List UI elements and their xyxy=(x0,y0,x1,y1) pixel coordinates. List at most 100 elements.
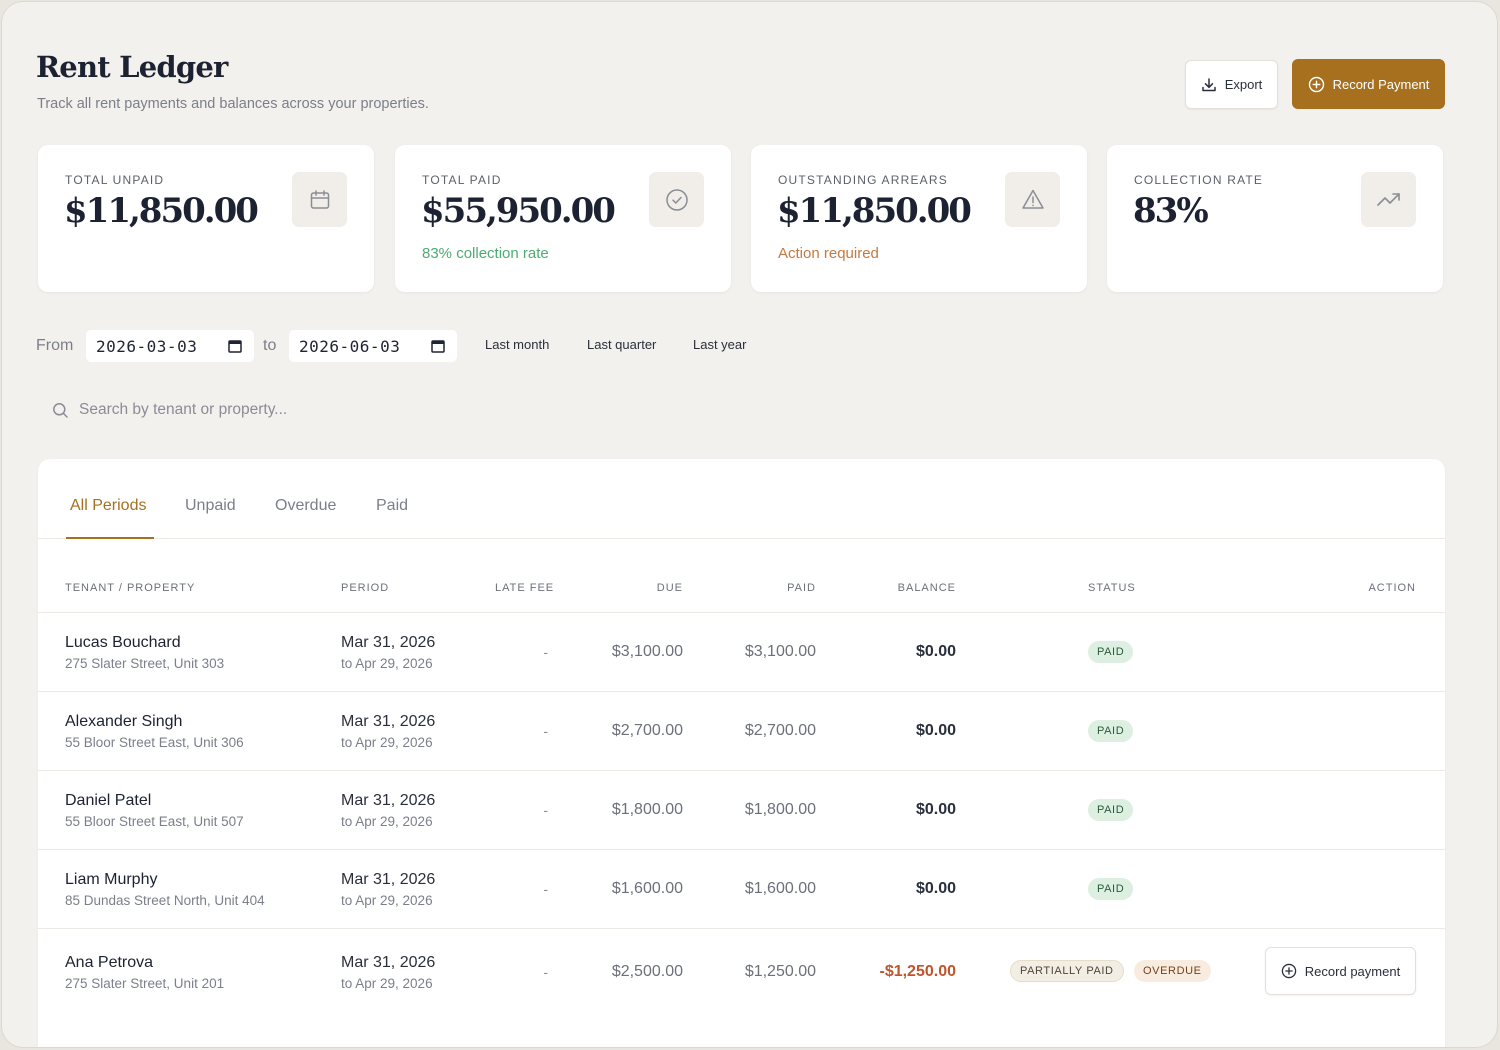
period-end: to Apr 29, 2026 xyxy=(341,976,433,991)
column-header-period: PERIOD xyxy=(341,582,390,594)
balance-amount: $0.00 xyxy=(915,643,956,660)
tenant-name: Liam Murphy xyxy=(65,871,158,888)
calendar-picker-icon[interactable] xyxy=(228,339,242,353)
tenant-property: 85 Dundas Street North, Unit 404 xyxy=(65,893,265,908)
paid-amount: $3,100.00 xyxy=(744,643,816,660)
stat-label: OUTSTANDING ARREARS xyxy=(778,173,948,187)
quick-filter-last-year[interactable]: Last year xyxy=(693,337,746,352)
stat-label: COLLECTION RATE xyxy=(1134,173,1264,187)
paid-amount: $1,600.00 xyxy=(744,880,816,897)
download-icon xyxy=(1201,77,1217,93)
column-header-balance: BALANCE xyxy=(897,582,956,594)
balance-amount: $0.00 xyxy=(915,801,956,818)
export-label: Export xyxy=(1224,77,1263,92)
period-start: Mar 31, 2026 xyxy=(341,792,436,809)
warning-icon xyxy=(1005,172,1060,227)
period-end: to Apr 29, 2026 xyxy=(341,893,433,908)
stat-card-total-paid: TOTAL PAID $55,950.00 83% collection rat… xyxy=(395,145,731,292)
status-badge-paid: PAID xyxy=(1088,641,1134,663)
status-badge-paid: PAID xyxy=(1088,799,1134,821)
stat-card-total-unpaid: TOTAL UNPAID $11,850.00 xyxy=(38,145,374,292)
status-badge-paid: PAID xyxy=(1088,720,1134,742)
tenant-name: Daniel Patel xyxy=(65,792,152,809)
late-fee: - xyxy=(543,644,548,660)
trending-up-icon xyxy=(1361,172,1416,227)
balance-amount: $0.00 xyxy=(915,880,956,897)
period-end: to Apr 29, 2026 xyxy=(341,656,433,671)
stat-label: TOTAL PAID xyxy=(422,173,502,187)
period-end: to Apr 29, 2026 xyxy=(341,814,433,829)
search-input[interactable]: Search by tenant or property... xyxy=(38,394,538,426)
tenant-property: 55 Bloor Street East, Unit 306 xyxy=(65,735,244,750)
paid-amount: $1,250.00 xyxy=(744,963,816,980)
table-row[interactable]: Alexander Singh 55 Bloor Street East, Un… xyxy=(38,692,1445,771)
plus-circle-icon xyxy=(1281,963,1297,979)
record-payment-row-button[interactable]: Record payment xyxy=(1265,947,1416,995)
table-row[interactable]: Daniel Patel 55 Bloor Street East, Unit … xyxy=(38,771,1445,850)
period-start: Mar 31, 2026 xyxy=(341,713,436,730)
tab-paid[interactable]: Paid xyxy=(376,497,408,515)
plus-circle-icon xyxy=(1308,76,1325,93)
from-date-value: 2026-03-03 xyxy=(96,336,198,356)
to-date-value: 2026-06-03 xyxy=(299,336,401,356)
stat-card-outstanding-arrears: OUTSTANDING ARREARS $11,850.00 Action re… xyxy=(751,145,1087,292)
stat-value: $11,850.00 xyxy=(64,191,259,231)
stat-note: 83% collection rate xyxy=(422,245,549,262)
period-start: Mar 31, 2026 xyxy=(341,954,436,971)
tenant-name: Lucas Bouchard xyxy=(65,634,181,651)
period-end: to Apr 29, 2026 xyxy=(341,735,433,750)
late-fee: - xyxy=(543,881,548,897)
from-label: From xyxy=(36,337,74,354)
period-start: Mar 31, 2026 xyxy=(341,871,436,888)
export-button[interactable]: Export xyxy=(1185,60,1278,109)
to-date-input[interactable]: 2026-06-03 xyxy=(289,330,457,362)
late-fee: - xyxy=(543,964,548,980)
check-circle-icon xyxy=(649,172,704,227)
column-header-tenant: TENANT / PROPERTY xyxy=(65,582,196,594)
tab-all-periods[interactable]: All Periods xyxy=(70,497,146,515)
quick-filter-last-quarter[interactable]: Last quarter xyxy=(587,337,656,352)
due-amount: $1,800.00 xyxy=(611,801,683,818)
record-payment-row-label: Record payment xyxy=(1304,963,1401,979)
table-row[interactable]: Lucas Bouchard 275 Slater Street, Unit 3… xyxy=(38,613,1445,692)
due-amount: $2,500.00 xyxy=(611,963,683,980)
tenant-property: 55 Bloor Street East, Unit 507 xyxy=(65,814,244,829)
period-start: Mar 31, 2026 xyxy=(341,634,436,651)
paid-amount: $2,700.00 xyxy=(744,722,816,739)
to-label: to xyxy=(263,337,277,354)
quick-filter-last-month[interactable]: Last month xyxy=(485,337,549,352)
record-payment-button[interactable]: Record Payment xyxy=(1292,59,1445,109)
balance-amount: -$1,250.00 xyxy=(879,963,956,980)
page-subtitle: Track all rent payments and balances acr… xyxy=(37,96,429,112)
column-header-action: ACTION xyxy=(1368,582,1416,594)
due-amount: $3,100.00 xyxy=(611,643,683,660)
column-header-paid: PAID xyxy=(787,582,816,594)
balance-amount: $0.00 xyxy=(915,722,956,739)
active-tab-indicator xyxy=(66,537,154,539)
tenant-name: Alexander Singh xyxy=(65,713,183,730)
tabs-divider xyxy=(38,538,1445,539)
stat-card-collection-rate: COLLECTION RATE 83% xyxy=(1107,145,1443,292)
search-placeholder: Search by tenant or property... xyxy=(79,401,288,418)
from-date-input[interactable]: 2026-03-03 xyxy=(86,330,254,362)
tab-overdue[interactable]: Overdue xyxy=(275,497,336,515)
due-amount: $2,700.00 xyxy=(611,722,683,739)
column-header-status: STATUS xyxy=(1088,582,1136,594)
tenant-name: Ana Petrova xyxy=(65,954,154,971)
calendar-picker-icon[interactable] xyxy=(431,339,445,353)
table-row[interactable]: Liam Murphy 85 Dundas Street North, Unit… xyxy=(38,850,1445,929)
tab-unpaid[interactable]: Unpaid xyxy=(185,497,236,515)
table-row[interactable]: Ana Petrova 275 Slater Street, Unit 201 … xyxy=(38,929,1445,1019)
calendar-icon xyxy=(292,172,347,227)
column-header-due: DUE xyxy=(656,582,683,594)
search-icon xyxy=(52,402,69,419)
column-header-late-fee: LATE FEE xyxy=(495,582,555,594)
page-title: Rent Ledger xyxy=(36,50,228,84)
tenant-property: 275 Slater Street, Unit 303 xyxy=(65,656,225,671)
due-amount: $1,600.00 xyxy=(611,880,683,897)
record-payment-label: Record Payment xyxy=(1332,76,1430,92)
stat-value: $55,950.00 xyxy=(421,191,616,231)
stat-value: 83% xyxy=(1133,191,1209,231)
stat-note: Action required xyxy=(778,245,879,262)
late-fee: - xyxy=(543,802,548,818)
